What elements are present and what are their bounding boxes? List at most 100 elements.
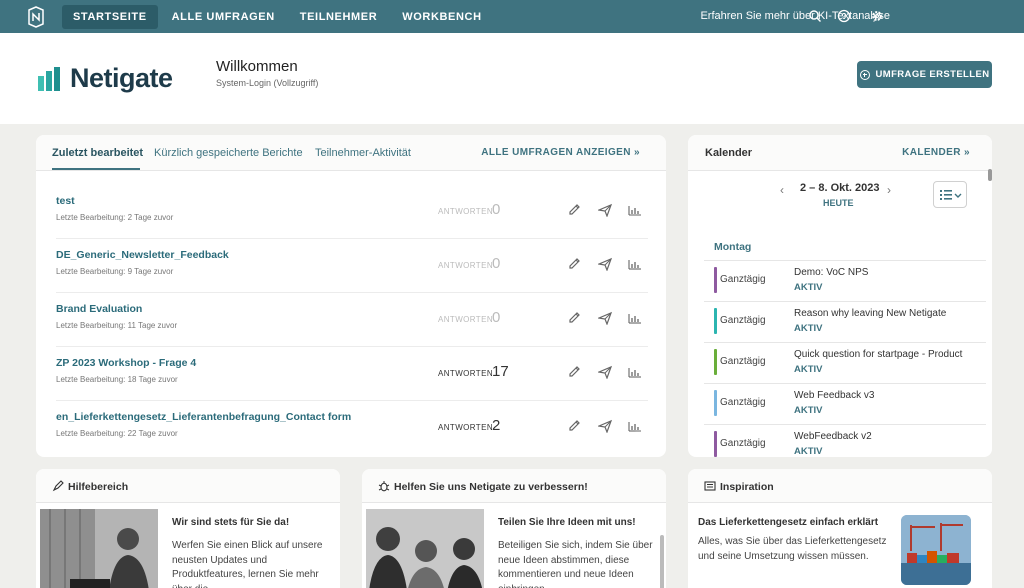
survey-title[interactable]: test [56, 195, 75, 207]
calendar-event[interactable]: Ganztägig Quick question for startpage - … [704, 342, 986, 383]
event-color-bar [714, 390, 717, 416]
event-color-bar [714, 349, 717, 375]
answers-count: 0 [492, 255, 501, 272]
improve-body: Beteiligen Sie sich, indem Sie über neue… [498, 540, 653, 588]
inspiration-card: Inspiration Das Lieferkettengesetz einfa… [688, 469, 992, 588]
edit-pencil-icon[interactable] [567, 311, 581, 325]
event-color-bar [714, 308, 717, 334]
edit-pencil-icon[interactable] [567, 257, 581, 271]
event-title[interactable]: Reason why leaving New Netigate [794, 308, 946, 319]
answers-label: ANTWORTEN [438, 261, 494, 270]
event-status: AKTIV [794, 405, 823, 416]
report-chart-icon[interactable] [628, 311, 642, 325]
event-title[interactable]: Demo: VoC NPS [794, 267, 868, 278]
calendar-event[interactable]: Ganztägig WebFeedback v2 AKTIV [704, 424, 986, 457]
survey-title[interactable]: en_Lieferkettengesetz_Lieferantenbefragu… [56, 411, 351, 423]
brand-name: Netigate [70, 63, 173, 93]
report-chart-icon[interactable] [628, 419, 642, 433]
improve-card-header: Helfen Sie uns Netigate zu verbessern! [362, 469, 666, 503]
ki-textanalyse-link[interactable]: Erfahren Sie mehr über KI-Textanalyse [700, 10, 890, 22]
login-info: System-Login (Vollzugriff) [216, 78, 319, 88]
chevron-left-icon[interactable]: ‹ [780, 183, 784, 197]
event-time: Ganztägig [720, 438, 766, 449]
nav-workbench[interactable]: WORKBENCH [391, 5, 492, 29]
report-chart-icon[interactable] [628, 257, 642, 271]
event-status: AKTIV [794, 364, 823, 375]
improve-people-photo [366, 509, 484, 588]
all-surveys-link[interactable]: ALLE UMFRAGEN ANZEIGEN » [481, 147, 640, 158]
improve-scrollbar[interactable] [660, 535, 664, 588]
answers-count: 17 [492, 363, 509, 380]
inspiration-heading[interactable]: Das Lieferkettengesetz einfach erklärt [698, 517, 878, 528]
event-color-bar [714, 431, 717, 457]
send-icon[interactable] [598, 365, 612, 379]
answers-label: ANTWORTEN [438, 369, 494, 378]
survey-last-edit: Letzte Bearbeitung: 2 Tage zuvor [56, 213, 174, 222]
calendar-event[interactable]: Ganztägig Demo: VoC NPS AKTIV [704, 260, 986, 301]
survey-title[interactable]: Brand Evaluation [56, 303, 142, 315]
main-nav: STARTSEITE ALLE UMFRAGEN TEILNEHMER WORK… [62, 5, 496, 29]
top-navigation-bar: STARTSEITE ALLE UMFRAGEN TEILNEHMER WORK… [0, 0, 1024, 33]
edit-pencil-icon[interactable] [567, 203, 581, 217]
calendar-link[interactable]: KALENDER » [902, 147, 970, 158]
survey-title[interactable]: DE_Generic_Newsletter_Feedback [56, 249, 229, 261]
nav-alle-umfragen[interactable]: ALLE UMFRAGEN [161, 5, 286, 29]
event-status: AKTIV [794, 323, 823, 334]
tab-gespeicherte-berichte[interactable]: Kürzlich gespeicherte Berichte [154, 147, 303, 159]
netigate-brand: Netigate [38, 63, 173, 94]
calendar-event[interactable]: Ganztägig Web Feedback v3 AKTIV [704, 383, 986, 424]
calendar-event[interactable]: Ganztägig Reason why leaving New Netigate… [704, 301, 986, 342]
calendar-view-select[interactable] [933, 181, 967, 208]
search-icon[interactable] [808, 9, 822, 23]
answers-label: ANTWORTEN [438, 315, 494, 324]
help-person-photo [40, 509, 158, 588]
surveys-tabs: Zuletzt bearbeitet Kürzlich gespeicherte… [36, 135, 666, 171]
survey-title[interactable]: ZP 2023 Workshop - Frage 4 [56, 357, 196, 369]
nav-startseite[interactable]: STARTSEITE [62, 5, 158, 29]
event-time: Ganztägig [720, 315, 766, 326]
calendar-card: Kalender KALENDER » ‹ 2 – 8. Okt. 2023 ›… [688, 135, 992, 457]
event-title[interactable]: WebFeedback v2 [794, 431, 872, 442]
event-title[interactable]: Web Feedback v3 [794, 390, 874, 401]
inspiration-body: Alles, was Sie über das Lieferkettengese… [698, 536, 887, 562]
survey-row: ZP 2023 Workshop - Frage 4 Letzte Bearbei… [56, 347, 648, 401]
send-icon[interactable] [598, 257, 612, 271]
create-survey-button[interactable]: UMFRAGE ERSTELLEN [857, 61, 992, 88]
calendar-title: Kalender [705, 147, 753, 159]
plus-circle-icon [859, 69, 870, 80]
tab-teilnehmer-aktivitaet[interactable]: Teilnehmer-Aktivität [315, 147, 411, 159]
double-chevron-right-icon: » [964, 147, 970, 158]
page-header: Netigate Willkommen System-Login (Vollzu… [0, 33, 1024, 124]
calendar-scrollbar[interactable] [988, 169, 992, 181]
answers-count: 0 [492, 201, 501, 218]
tab-zuletzt-bearbeitet[interactable]: Zuletzt bearbeitet [52, 147, 143, 159]
today-button[interactable]: HEUTE [823, 198, 854, 208]
survey-row: test Letzte Bearbeitung: 2 Tage zuvor ANTW… [56, 185, 648, 239]
bug-icon [378, 481, 390, 492]
send-icon[interactable] [598, 203, 612, 217]
edit-pencil-icon[interactable] [567, 365, 581, 379]
event-color-bar [714, 267, 717, 293]
netigate-brand-logo-icon [38, 66, 60, 91]
settings-gear-icon[interactable] [870, 9, 884, 23]
help-body: Werfen Sie einen Blick auf unsere neuste… [172, 540, 323, 588]
netigate-logo-icon[interactable] [26, 6, 46, 28]
improve-card-title: Helfen Sie uns Netigate zu verbessern! [394, 481, 588, 493]
answers-count: 2 [492, 417, 501, 434]
nav-teilnehmer[interactable]: TEILNEHMER [289, 5, 389, 29]
active-tab-underline [52, 168, 140, 170]
send-icon[interactable] [598, 311, 612, 325]
report-chart-icon[interactable] [628, 365, 642, 379]
event-title[interactable]: Quick question for startpage - Product [794, 349, 962, 360]
edit-pencil-icon[interactable] [567, 419, 581, 433]
survey-last-edit: Letzte Bearbeitung: 9 Tage zuvor [56, 267, 174, 276]
help-card-title: Hilfebereich [68, 481, 129, 493]
chevron-right-icon[interactable]: › [887, 183, 891, 197]
survey-last-edit: Letzte Bearbeitung: 22 Tage zuvor [56, 429, 178, 438]
double-chevron-right-icon: » [634, 147, 640, 158]
send-icon[interactable] [598, 419, 612, 433]
event-time: Ganztägig [720, 274, 766, 285]
help-icon[interactable]: ? [837, 9, 851, 23]
report-chart-icon[interactable] [628, 203, 642, 217]
inspiration-card-title: Inspiration [720, 481, 774, 493]
